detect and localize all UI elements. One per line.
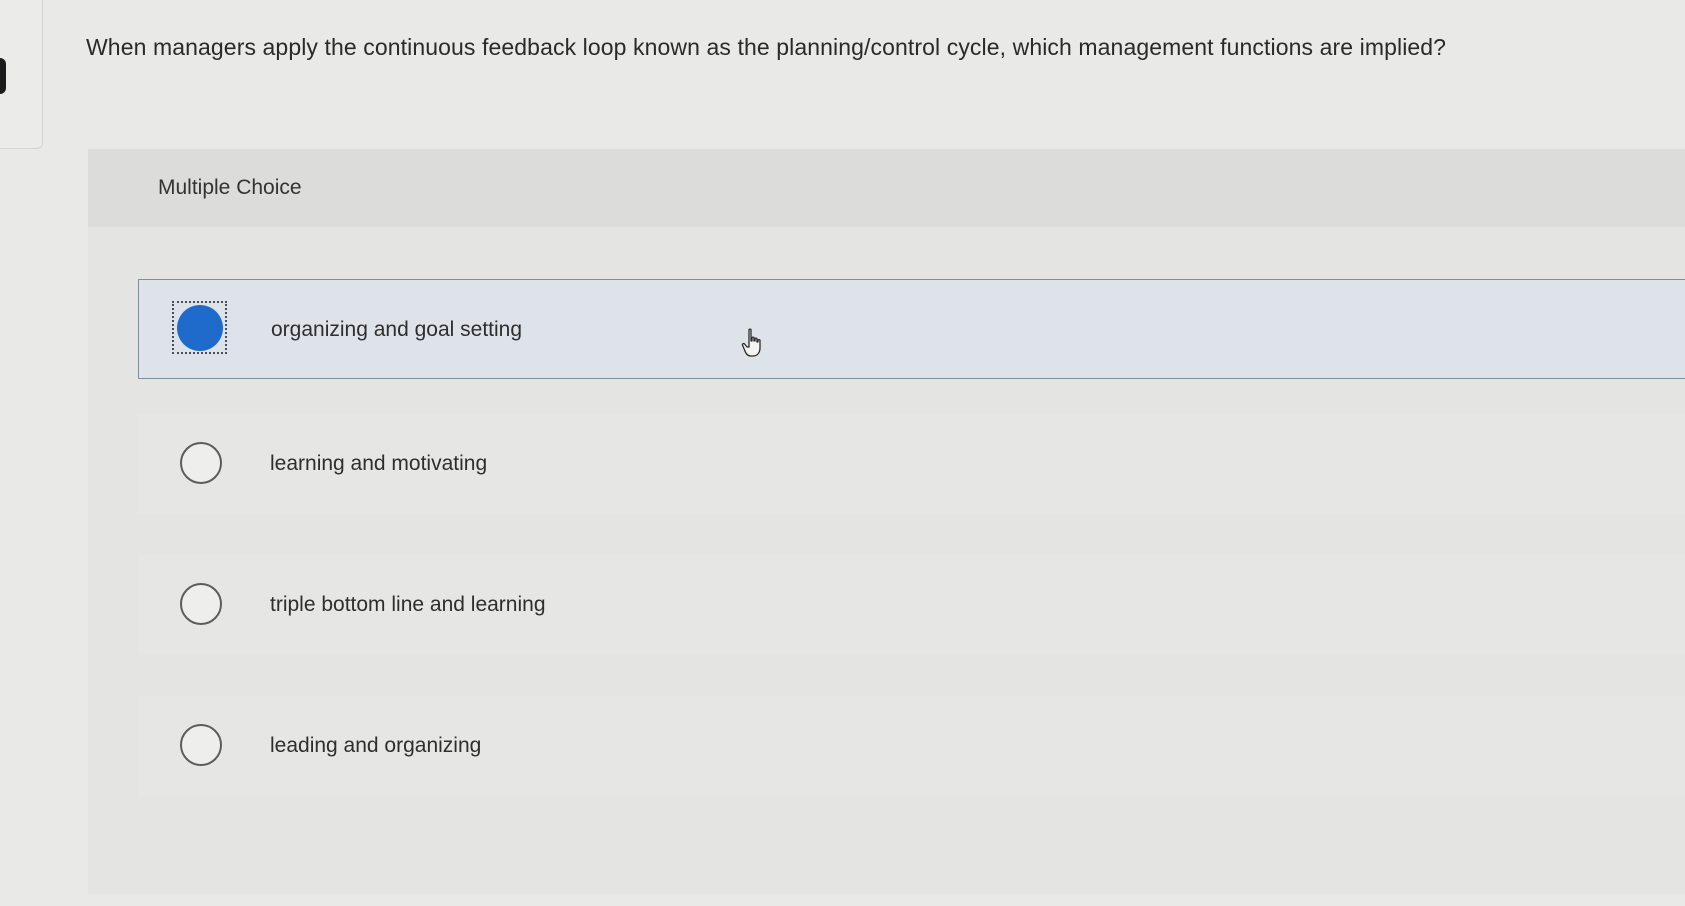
option-organizing-and-goal-setting[interactable]: organizing and goal setting (138, 279, 1685, 379)
hand-pointer-icon (741, 328, 761, 357)
radio-selected[interactable] (177, 305, 223, 351)
option-leading-and-organizing[interactable]: leading and organizing (138, 696, 1685, 796)
option-label: learning and motivating (270, 452, 488, 475)
radio-button[interactable] (180, 724, 222, 766)
panel-header: Multiple Choice (88, 149, 1685, 227)
edge-marker (0, 58, 6, 94)
option-label: leading and organizing (270, 734, 482, 757)
multiple-choice-panel: Multiple Choice organizing and goal sett… (88, 149, 1685, 894)
left-edge-tab (0, 0, 43, 149)
option-triple-bottom-line-and-learning[interactable]: triple bottom line and learning (138, 555, 1685, 655)
question-type-label: Multiple Choice (158, 176, 302, 199)
option-label: organizing and goal setting (271, 318, 523, 341)
radio-button[interactable] (180, 442, 222, 484)
option-label: triple bottom line and learning (270, 593, 546, 616)
radio-button[interactable] (180, 583, 222, 625)
question-text: When managers apply the continuous feedb… (86, 34, 1447, 60)
option-learning-and-motivating[interactable]: learning and motivating (138, 414, 1685, 514)
